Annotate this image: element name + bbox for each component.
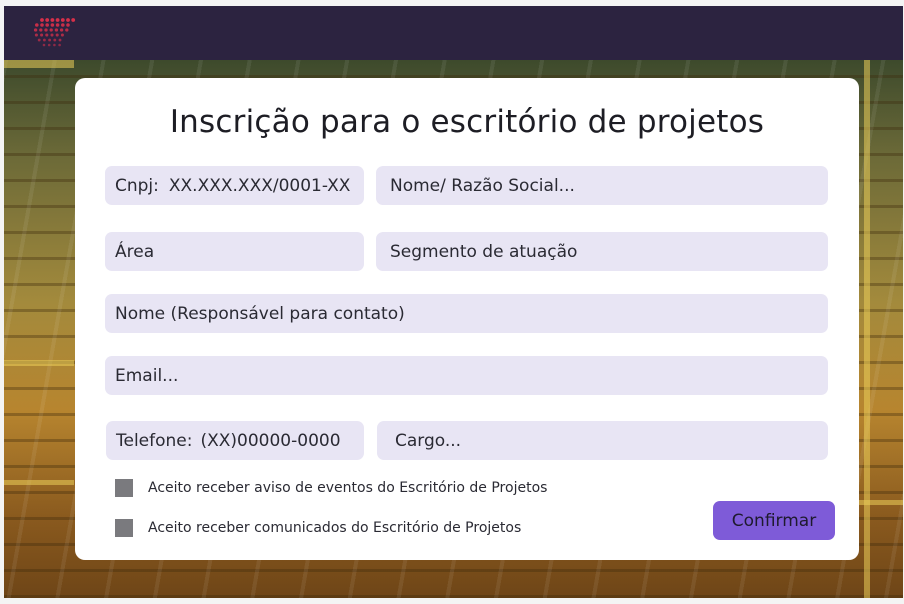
cnpj-field[interactable]: Cnpj: XX.XXX.XXX/0001-XX [105, 166, 364, 205]
cnpj-input[interactable]: XX.XXX.XXX/0001-XX [169, 176, 351, 196]
cargo-placeholder: Cargo... [395, 430, 462, 451]
email-placeholder: Email... [115, 365, 179, 386]
nome-razao-social-input[interactable]: Nome/ Razão Social... [376, 166, 828, 205]
eventos-checkbox[interactable] [115, 479, 133, 497]
nome-razao-social-placeholder: Nome/ Razão Social... [390, 175, 575, 196]
area-input[interactable]: Área [105, 232, 364, 271]
app-frame: Inscrição para o escritório de projetos … [4, 6, 903, 598]
telefone-input[interactable]: (XX)00000-0000 [200, 431, 340, 451]
comunicados-checkbox-label: Aceito receber comunicados do Escritório… [148, 520, 522, 536]
telefone-field[interactable]: Telefone: (XX)00000-0000 [106, 421, 364, 460]
page-title: Inscrição para o escritório de projetos [169, 104, 765, 140]
area-placeholder: Área [115, 241, 155, 262]
comunicados-checkbox-row[interactable]: Aceito receber comunicados do Escritório… [115, 519, 521, 537]
eventos-checkbox-label: Aceito receber aviso de eventos do Escri… [148, 480, 548, 496]
telefone-label: Telefone: [116, 430, 193, 451]
registration-form-card: Inscrição para o escritório de projetos … [75, 78, 859, 560]
email-input[interactable]: Email... [105, 356, 828, 395]
eventos-checkbox-row[interactable]: Aceito receber aviso de eventos do Escri… [115, 479, 547, 497]
nome-responsavel-placeholder: Nome (Responsável para contato) [115, 303, 405, 324]
cnpj-label: Cnpj: [115, 175, 159, 196]
nome-responsavel-input[interactable]: Nome (Responsável para contato) [105, 294, 828, 333]
cargo-input[interactable]: Cargo... [377, 421, 828, 460]
top-navbar [4, 6, 903, 60]
segmento-placeholder: Segmento de atuação [390, 241, 578, 262]
confirm-button[interactable]: Confirmar [713, 501, 835, 540]
segmento-input[interactable]: Segmento de atuação [376, 232, 828, 271]
dotted-globe-logo[interactable] [28, 12, 76, 56]
comunicados-checkbox[interactable] [115, 519, 133, 537]
